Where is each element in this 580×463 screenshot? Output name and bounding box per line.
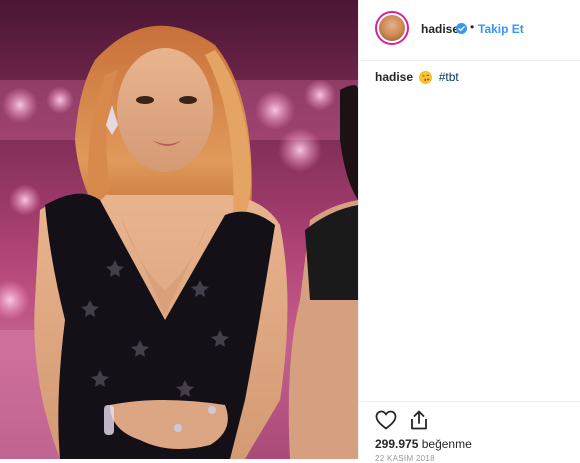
post-side-panel: hadise • Takip Et hadise #tbt 299.975 be… xyxy=(358,0,580,463)
follow-button[interactable]: Takip Et xyxy=(478,22,524,36)
share-upload-icon[interactable] xyxy=(407,408,431,432)
post-photo[interactable] xyxy=(0,0,358,459)
caption-username[interactable]: hadise xyxy=(375,70,413,84)
likes-count[interactable]: 299.975 beğenme xyxy=(375,437,472,451)
separator-dot: • xyxy=(470,20,475,34)
post-header: hadise • Takip Et xyxy=(359,0,580,61)
kissing-face-emoji-icon xyxy=(419,71,433,85)
username-link[interactable]: hadise xyxy=(421,22,459,36)
likes-label: beğenme xyxy=(421,437,472,451)
likes-number: 299.975 xyxy=(375,437,419,451)
post-caption: hadise #tbt xyxy=(375,70,459,85)
post-actions: 299.975 beğenme 22 KASIM 2018 xyxy=(359,401,580,463)
heart-outline-icon[interactable] xyxy=(374,408,398,432)
hashtag-link[interactable]: #tbt xyxy=(439,70,459,84)
avatar[interactable] xyxy=(375,11,409,45)
photo-illustration xyxy=(0,25,358,459)
verified-badge-icon xyxy=(456,23,467,34)
